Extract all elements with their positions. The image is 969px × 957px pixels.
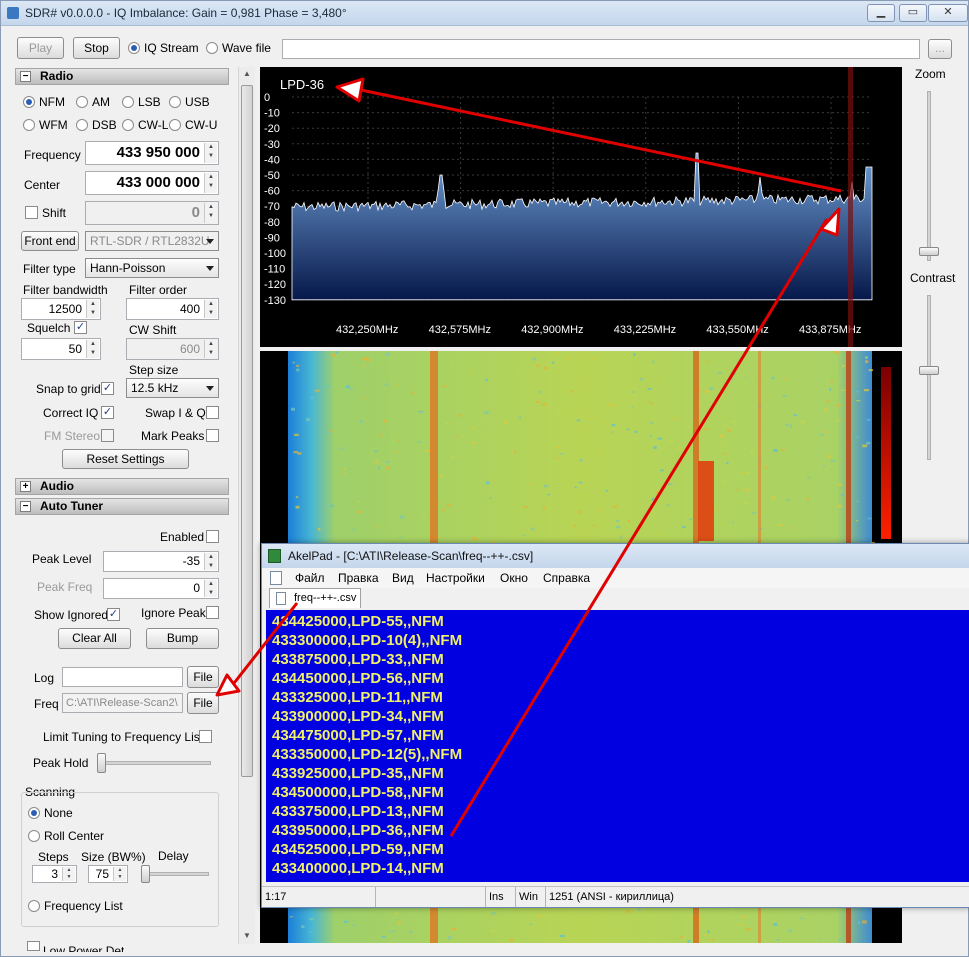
annotation-arrow-line: [449, 218, 829, 837]
annotation-arrow-line: [360, 88, 842, 193]
annotation-layer: [215, 77, 842, 837]
sdr-window: SDR# v0.0.0.0 - IQ Imbalance: Gain = 0,9…: [0, 0, 969, 957]
annotation-arrowhead-icon: [215, 673, 241, 697]
annotation-arrowhead-icon: [335, 77, 365, 103]
annotation-arrow-line: [229, 602, 299, 688]
